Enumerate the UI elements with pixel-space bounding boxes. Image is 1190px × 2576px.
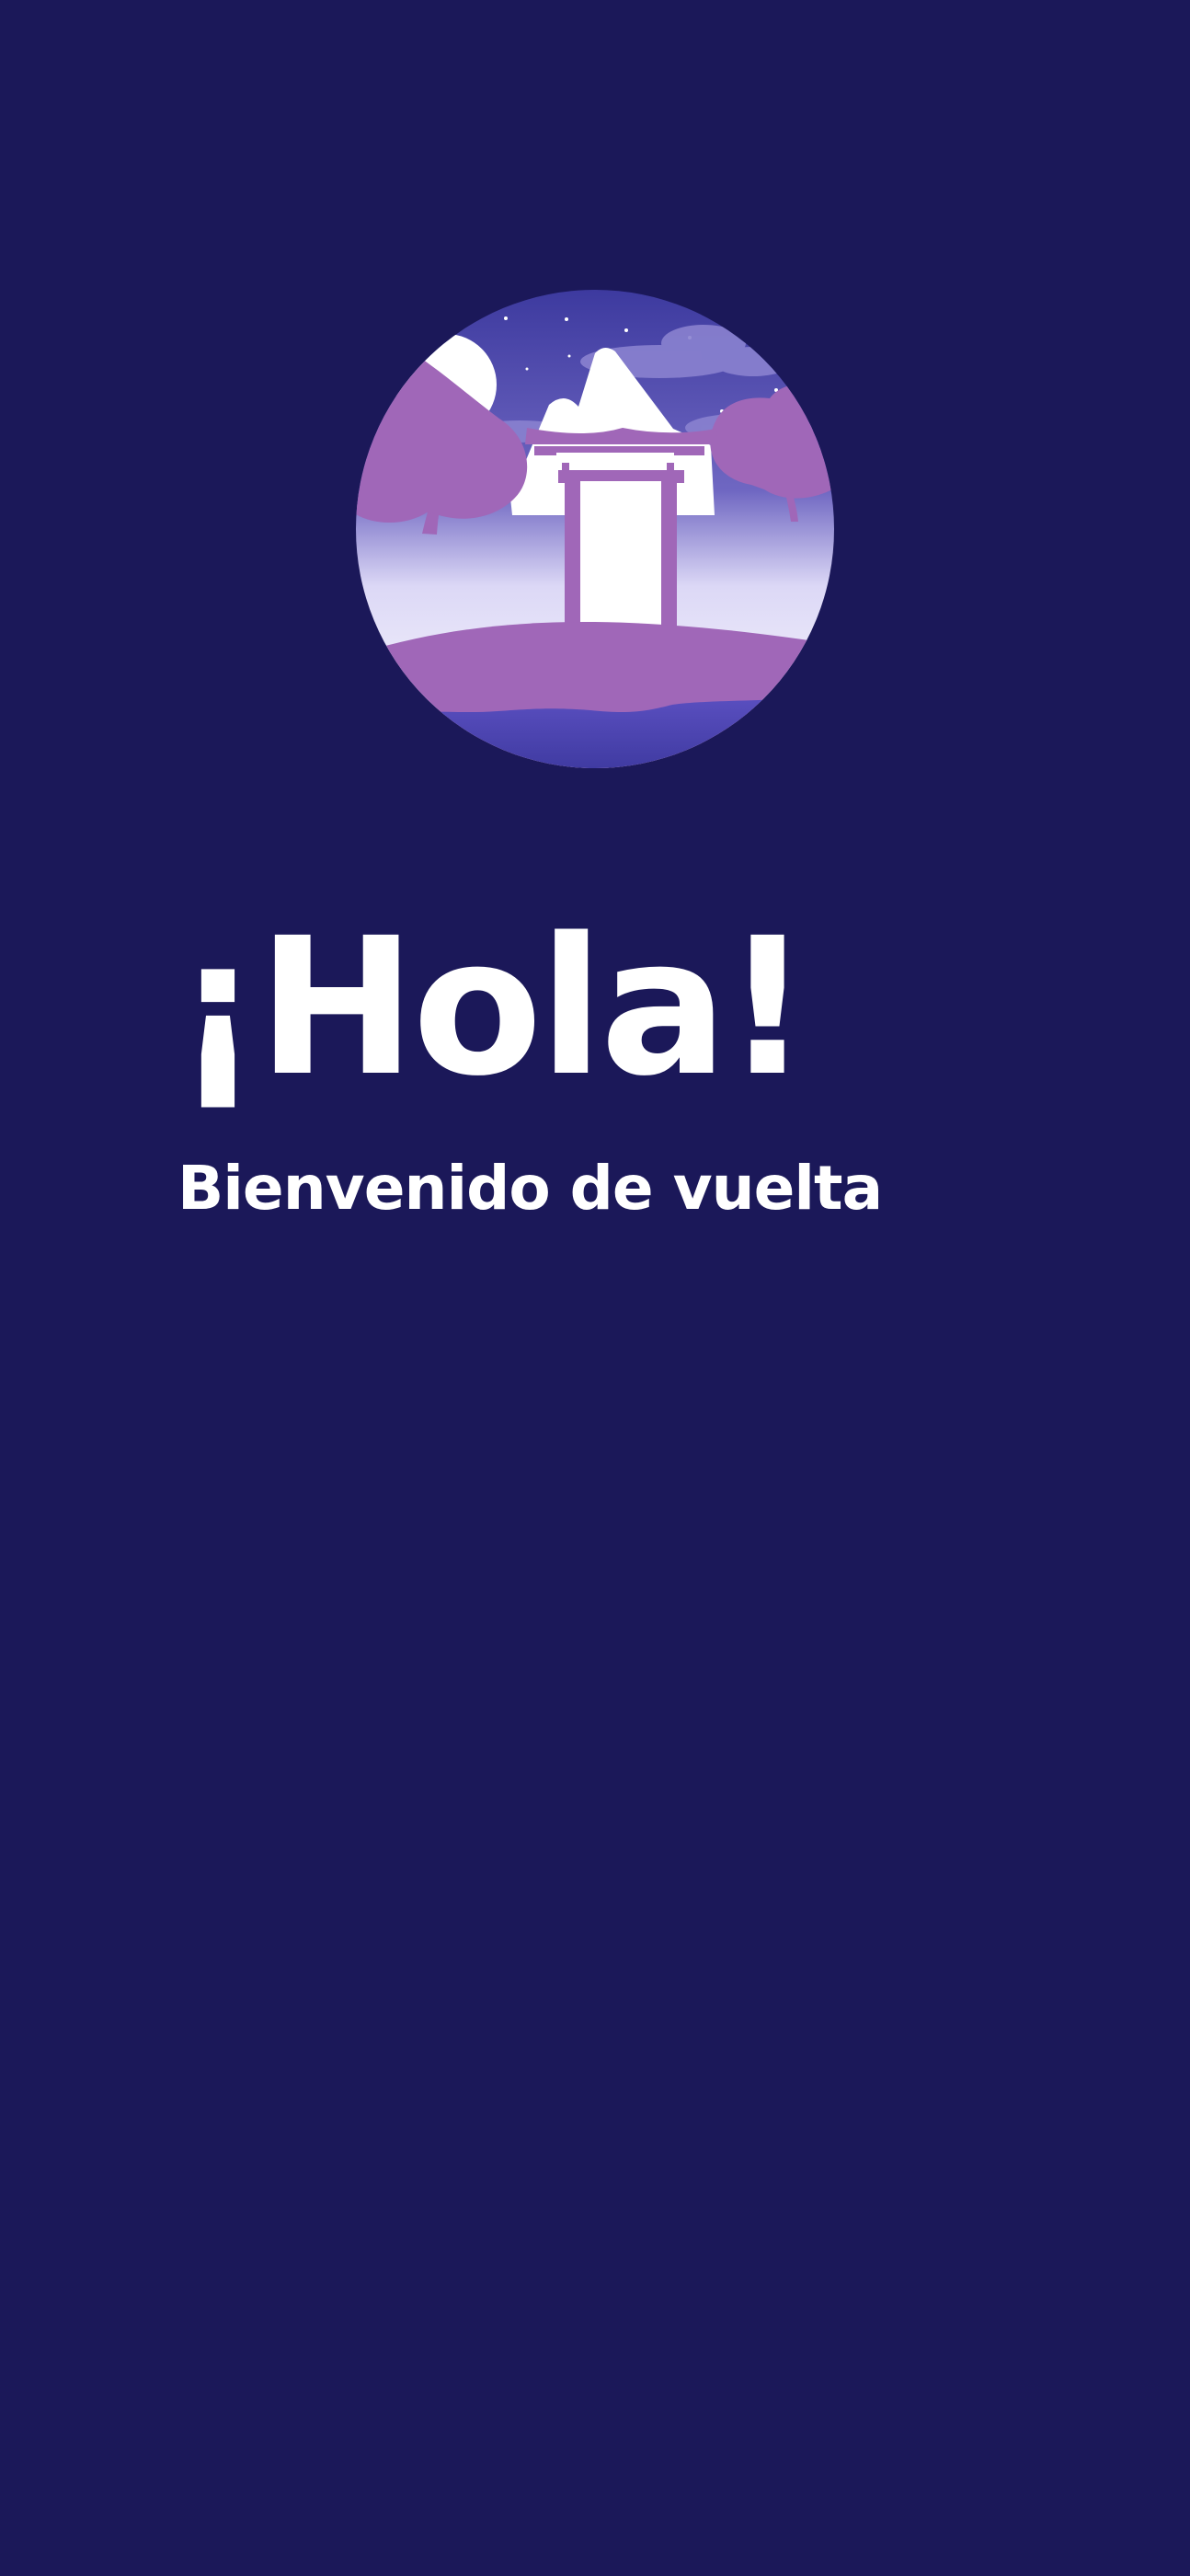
welcome-subtitle: Bienvenido de vuelta <box>177 1153 883 1224</box>
temple-landscape-illustration <box>356 290 834 768</box>
welcome-screen: ¡Hola! Bienvenido de vuelta <box>0 0 1190 2576</box>
greeting-title: ¡Hola! <box>175 897 810 1118</box>
landscape-svg <box>356 290 834 768</box>
